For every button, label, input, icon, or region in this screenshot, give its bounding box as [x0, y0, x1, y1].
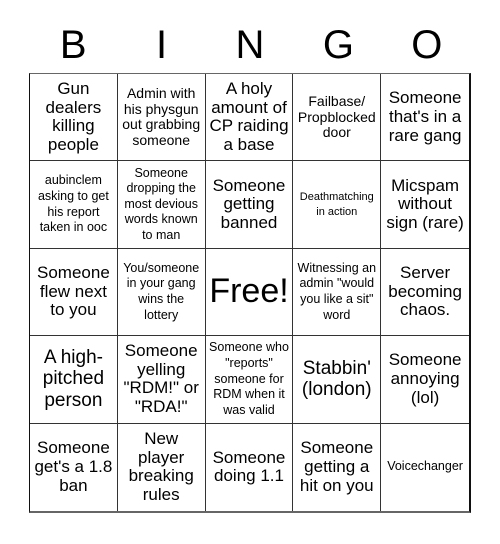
bingo-cell[interactable]: Someone who "reports" someone for RDM wh…: [205, 336, 294, 424]
bingo-cell[interactable]: aubinclem asking to get his report taken…: [30, 161, 118, 249]
header-letter-o: O: [411, 23, 443, 67]
free-space[interactable]: Free!: [205, 248, 294, 337]
bingo-cell[interactable]: Gun dealers killing people: [30, 74, 118, 162]
bingo-cell[interactable]: Deathmatching in action: [293, 161, 382, 249]
bingo-cell[interactable]: Admin with his physgun out grabbing some…: [117, 74, 206, 162]
header-letter-n: N: [235, 23, 265, 67]
bingo-cell[interactable]: You/someone in your gang wins the lotter…: [117, 248, 206, 337]
bingo-cell[interactable]: Someone yelling "RDM!" or "RDA!": [117, 336, 206, 424]
header-letter-g: G: [322, 23, 354, 67]
header-letter-b: B: [59, 23, 87, 67]
bingo-cell[interactable]: Someone get's a 1.8 ban: [30, 423, 118, 511]
bingo-cell[interactable]: Failbase/ Propblocked door: [293, 74, 382, 162]
bingo-cell[interactable]: Micspam without sign (rare): [381, 161, 469, 249]
bingo-cell[interactable]: Witnessing an admin "would you like a si…: [293, 248, 382, 337]
bingo-header: B I N G O: [29, 20, 471, 70]
bingo-cell[interactable]: Someone getting a hit on you: [293, 423, 382, 511]
bingo-cell[interactable]: A holy amount of CP raiding a base: [205, 74, 294, 162]
bingo-cell[interactable]: New player breaking rules: [118, 423, 206, 511]
bingo-cell[interactable]: Someone that's in a rare gang: [381, 74, 469, 162]
bingo-cell[interactable]: Voicechanger: [381, 424, 469, 511]
bingo-cell[interactable]: Server becoming chaos.: [381, 249, 469, 337]
bingo-board: Gun dealers killing people Admin with hi…: [29, 73, 471, 513]
header-letter-i: I: [156, 23, 168, 67]
bingo-cell[interactable]: Someone dropping the most devious words …: [117, 161, 206, 249]
bingo-cell[interactable]: Someone doing 1.1: [206, 423, 294, 511]
bingo-cell[interactable]: Someone flew next to you: [30, 248, 118, 337]
bingo-cell[interactable]: Someone annoying (lol): [381, 336, 469, 424]
bingo-cell[interactable]: Someone getting banned: [205, 161, 294, 249]
bingo-cell[interactable]: A high-pitched person: [30, 336, 118, 424]
bingo-cell[interactable]: Stabbin' (london): [293, 336, 382, 424]
